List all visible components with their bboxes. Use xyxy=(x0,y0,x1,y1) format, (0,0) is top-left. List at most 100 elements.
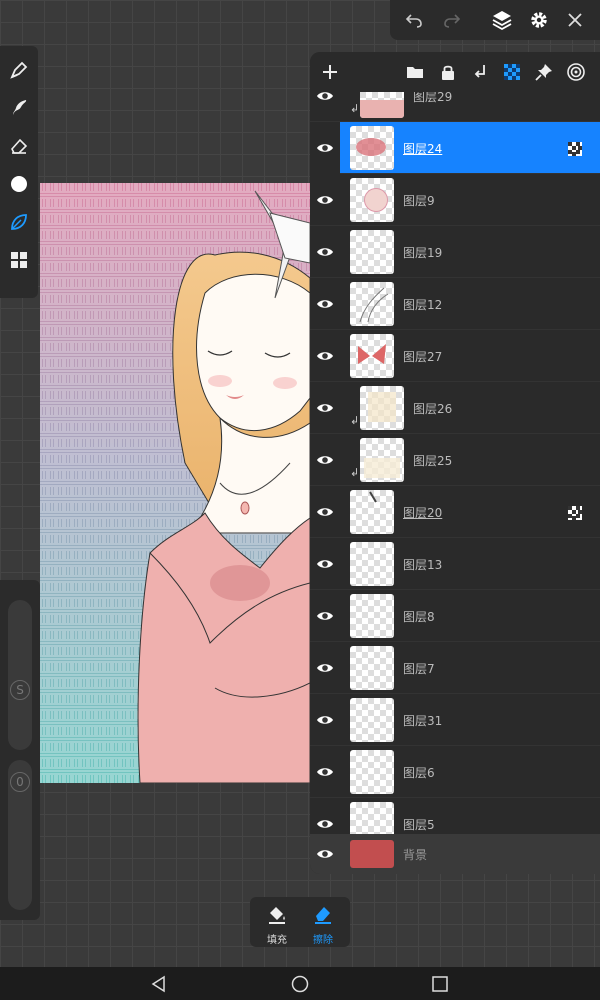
eye-icon[interactable] xyxy=(316,399,334,417)
layer-list[interactable]: ↲ 图层29 图层24 图层9 图层19 图层12 图层27 ↲ 图层26 ↲ 图层25 图层20 图层… xyxy=(310,92,600,834)
layer-row[interactable]: 图层27 xyxy=(310,330,600,382)
layer-row[interactable]: 图层19 xyxy=(310,226,600,278)
eye-icon[interactable] xyxy=(316,763,334,781)
add-icon[interactable] xyxy=(318,60,342,84)
undo-icon[interactable] xyxy=(402,8,426,32)
layer-thumbnail[interactable] xyxy=(360,386,404,430)
eye-icon[interactable] xyxy=(316,711,334,729)
background-color-swatch[interactable] xyxy=(350,840,394,868)
checker-icon[interactable] xyxy=(500,60,524,84)
redo-icon[interactable] xyxy=(440,8,464,32)
layer-thumbnail[interactable] xyxy=(350,178,394,222)
layer-thumbnail[interactable] xyxy=(360,438,404,482)
back-icon[interactable] xyxy=(150,975,168,993)
layer-row[interactable]: 图层5 xyxy=(310,798,600,834)
alpha-lock-icon xyxy=(568,141,582,156)
layer-row[interactable]: 图层12 xyxy=(310,278,600,330)
eye-icon[interactable] xyxy=(316,503,334,521)
layer-row[interactable]: 图层20 xyxy=(310,486,600,538)
eye-icon[interactable] xyxy=(316,139,334,157)
layer-thumbnail[interactable] xyxy=(350,750,394,794)
eye-icon[interactable] xyxy=(316,191,334,209)
layer-name: 图层20 xyxy=(403,506,443,520)
target-icon[interactable] xyxy=(564,60,588,84)
fill-erase-toolbar: 填充 擦除 xyxy=(250,897,350,947)
layer-thumbnail[interactable] xyxy=(350,126,394,170)
fill-bucket-icon xyxy=(269,907,285,924)
home-icon[interactable] xyxy=(291,975,309,993)
gear-icon[interactable] xyxy=(527,8,551,32)
clipping-arrow-icon: ↲ xyxy=(350,466,360,479)
layer-name: 图层8 xyxy=(403,610,435,624)
canvas-artwork[interactable] xyxy=(40,183,310,783)
eraser-icon[interactable] xyxy=(7,134,31,158)
eye-icon[interactable] xyxy=(316,607,334,625)
layer-name: 图层9 xyxy=(403,194,435,208)
layer-row[interactable]: 图层13 xyxy=(310,538,600,590)
system-nav-bar xyxy=(0,967,600,1000)
layer-thumbnail[interactable] xyxy=(350,698,394,742)
erase-button[interactable]: 擦除 xyxy=(300,903,346,946)
layer-thumbnail[interactable] xyxy=(350,282,394,326)
lock-icon[interactable] xyxy=(436,60,460,84)
layer-thumbnail[interactable] xyxy=(350,490,394,534)
layer-row[interactable]: 图层9 xyxy=(310,174,600,226)
layer-name: 图层27 xyxy=(403,350,443,364)
layer-thumbnail[interactable] xyxy=(350,802,394,834)
leaf-brush-icon[interactable] xyxy=(7,210,31,234)
merge-down-icon[interactable] xyxy=(468,60,492,84)
clipping-arrow-icon: ↲ xyxy=(350,102,360,115)
gallery-grid-icon[interactable] xyxy=(7,248,31,272)
smudge-icon[interactable] xyxy=(7,96,31,120)
pin-icon[interactable] xyxy=(532,60,556,84)
layer-thumbnail[interactable] xyxy=(350,646,394,690)
erase-icon xyxy=(315,907,331,924)
fill-button[interactable]: 填充 xyxy=(254,903,300,946)
layer-thumbnail[interactable] xyxy=(350,542,394,586)
alpha-lock-icon xyxy=(568,505,582,520)
layer-row[interactable]: 图层8 xyxy=(310,590,600,642)
layer-thumbnail[interactable] xyxy=(350,334,394,378)
brush-size-slider[interactable] xyxy=(8,600,32,750)
eye-icon[interactable] xyxy=(316,815,334,833)
layer-row[interactable]: 图层31 xyxy=(310,694,600,746)
layer-name: 图层25 xyxy=(413,454,453,468)
recents-icon[interactable] xyxy=(431,975,449,993)
layer-thumbnail[interactable] xyxy=(350,594,394,638)
eye-icon[interactable] xyxy=(316,845,334,867)
layer-row[interactable]: ↲ 图层29 xyxy=(310,92,600,122)
layer-panel-header xyxy=(310,52,600,92)
layer-name: 图层12 xyxy=(403,298,443,312)
layer-name: 图层7 xyxy=(403,662,435,676)
layer-row[interactable]: ↲ 图层25 xyxy=(310,434,600,486)
side-slider-panel: S 0 xyxy=(0,580,40,920)
opacity-slider-label: 0 xyxy=(16,775,24,789)
background-layer-label: 背景 xyxy=(403,848,428,862)
eye-icon[interactable] xyxy=(316,347,334,365)
eye-icon[interactable] xyxy=(316,295,334,313)
eye-icon[interactable] xyxy=(316,92,334,105)
layer-row[interactable]: 图层7 xyxy=(310,642,600,694)
layer-thumbnail[interactable] xyxy=(360,92,404,118)
layer-row[interactable]: 图层6 xyxy=(310,746,600,798)
brush-icon[interactable] xyxy=(7,58,31,82)
layer-panel: ↲ 图层29 图层24 图层9 图层19 图层12 图层27 ↲ 图层26 ↲ 图层25 图层20 图层… xyxy=(310,52,600,874)
eye-icon[interactable] xyxy=(316,243,334,261)
size-slider-label: S xyxy=(16,683,24,697)
layer-name: 图层29 xyxy=(413,92,453,104)
brush-size-knob[interactable]: S xyxy=(10,680,30,700)
eye-icon[interactable] xyxy=(316,451,334,469)
color-dot-icon[interactable] xyxy=(7,172,31,196)
layer-row[interactable]: ↲ 图层26 xyxy=(310,382,600,434)
eye-icon[interactable] xyxy=(316,659,334,677)
close-icon[interactable] xyxy=(563,8,587,32)
background-layer-row[interactable]: 背景 xyxy=(310,834,600,874)
folder-icon[interactable] xyxy=(403,60,427,84)
layers-icon[interactable] xyxy=(490,8,514,32)
layer-row[interactable]: 图层24 xyxy=(317,122,600,174)
clipping-arrow-icon: ↲ xyxy=(350,414,360,427)
eye-icon[interactable] xyxy=(316,555,334,573)
opacity-knob[interactable]: 0 xyxy=(10,772,30,792)
layer-thumbnail[interactable] xyxy=(350,230,394,274)
layer-name: 图层31 xyxy=(403,714,443,728)
